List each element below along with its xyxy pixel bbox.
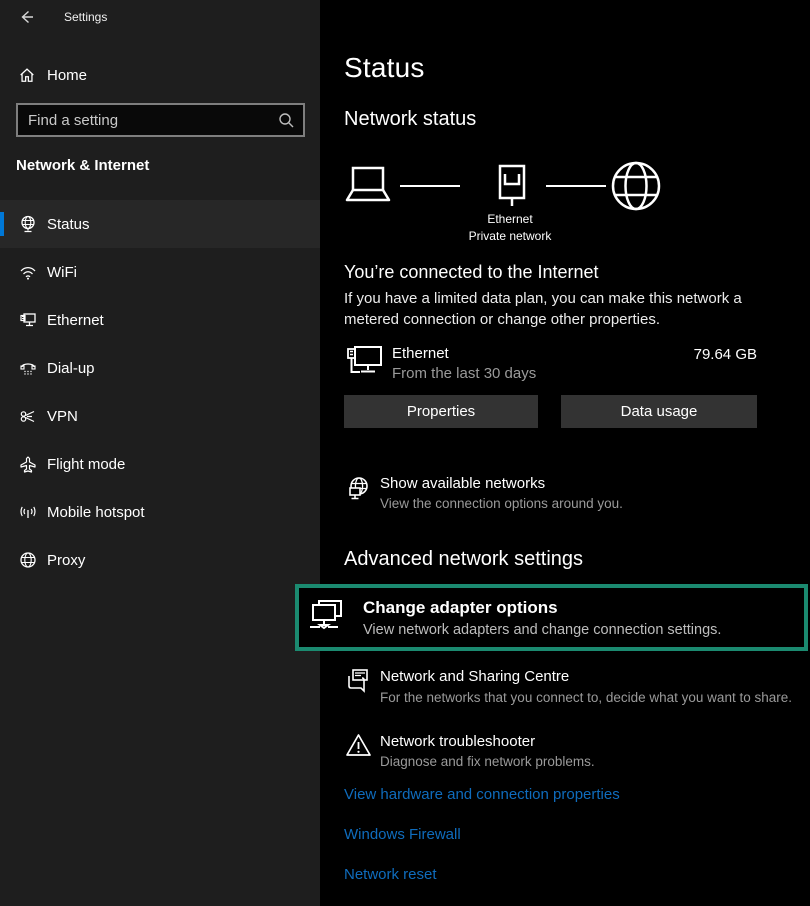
sidebar-item-label: Ethernet — [47, 312, 104, 329]
usage-connection-name: Ethernet — [392, 345, 449, 362]
sidebar-item-label: Flight mode — [47, 456, 125, 473]
back-button[interactable] — [16, 7, 36, 27]
wifi-icon — [18, 262, 38, 282]
home-icon — [18, 66, 36, 84]
connection-description: If you have a limited data plan, you can… — [344, 288, 800, 330]
connection-state: You’re connected to the Internet — [344, 262, 599, 283]
sidebar-item-ethernet[interactable]: Ethernet — [0, 296, 320, 344]
usage-amount: 79.64 GB — [694, 346, 757, 363]
sharing-centre-title[interactable]: Network and Sharing Centre — [380, 668, 569, 685]
page-title: Status — [344, 52, 425, 84]
advanced-settings-heading: Advanced network settings — [344, 548, 583, 571]
sidebar-item-proxy[interactable]: Proxy — [0, 536, 320, 584]
sidebar-item-home[interactable]: Home — [0, 58, 320, 92]
titlebar: Settings — [0, 0, 320, 34]
sidebar-item-vpn[interactable]: VPN — [0, 392, 320, 440]
sidebar-item-label: Mobile hotspot — [47, 504, 145, 521]
ethernet-icon — [18, 310, 38, 330]
sidebar-item-label: VPN — [47, 408, 78, 425]
ethernet-adapter-icon — [346, 344, 384, 378]
change-adapter-icon — [306, 597, 346, 639]
sidebar-item-wifi[interactable]: WiFi — [0, 248, 320, 296]
hotspot-icon — [18, 502, 38, 522]
sidebar-item-label: WiFi — [47, 264, 77, 281]
view-hardware-link[interactable]: View hardware and connection properties — [344, 786, 620, 803]
home-label: Home — [47, 67, 87, 84]
network-status-icon — [18, 214, 38, 234]
change-adapter-description: View network adapters and change connect… — [363, 622, 721, 638]
sidebar-item-label: Proxy — [47, 552, 85, 569]
network-reset-link[interactable]: Network reset — [344, 866, 437, 883]
laptop-icon — [344, 166, 396, 206]
show-networks-icon[interactable] — [345, 476, 371, 502]
sidebar-item-label: Status — [47, 216, 90, 233]
sidebar-item-label: Dial-up — [47, 360, 95, 377]
back-arrow-icon — [17, 8, 35, 26]
troubleshooter-title[interactable]: Network troubleshooter — [380, 733, 535, 750]
diagram-connection-name: Ethernet — [450, 212, 570, 226]
sidebar-nav: Status WiFi Ethernet — [0, 200, 320, 584]
window-title: Settings — [64, 10, 107, 24]
show-networks-title[interactable]: Show available networks — [380, 475, 545, 492]
dialup-icon — [18, 358, 38, 378]
settings-window: Settings Home Network & Internet — [0, 0, 810, 906]
usage-period: From the last 30 days — [392, 365, 536, 382]
network-diagram: Ethernet Private network — [344, 160, 784, 246]
sidebar-item-mobile-hotspot[interactable]: Mobile hotspot — [0, 488, 320, 536]
sidebar: Settings Home Network & Internet — [0, 0, 320, 906]
show-networks-description: View the connection options around you. — [380, 496, 623, 511]
vpn-icon — [18, 406, 38, 426]
connector-line — [400, 185, 460, 187]
sharing-centre-icon[interactable] — [345, 667, 372, 694]
windows-firewall-link[interactable]: Windows Firewall — [344, 826, 461, 843]
search-input[interactable] — [18, 112, 277, 129]
diagram-network-type: Private network — [430, 229, 590, 243]
airplane-icon — [18, 454, 38, 474]
sidebar-section-title: Network & Internet — [16, 157, 149, 174]
troubleshooter-icon[interactable] — [345, 732, 372, 759]
data-usage-button[interactable]: Data usage — [561, 395, 757, 428]
connector-line — [546, 185, 606, 187]
globe-icon — [18, 550, 38, 570]
internet-globe-icon — [610, 160, 662, 212]
change-adapter-text: Change adapter options View network adap… — [363, 598, 721, 638]
change-adapter-title[interactable]: Change adapter options — [363, 598, 721, 618]
search-icon[interactable] — [277, 111, 295, 129]
main-content: Status Network status Ethernet Private n… — [320, 0, 810, 906]
search-box[interactable] — [16, 103, 305, 137]
network-status-heading: Network status — [344, 108, 476, 131]
sharing-centre-description: For the networks that you connect to, de… — [380, 690, 792, 705]
troubleshooter-description: Diagnose and fix network problems. — [380, 754, 595, 769]
sidebar-item-dialup[interactable]: Dial-up — [0, 344, 320, 392]
change-adapter-options-row[interactable]: Change adapter options View network adap… — [295, 584, 808, 651]
ethernet-plug-icon — [492, 164, 532, 216]
properties-button[interactable]: Properties — [344, 395, 538, 428]
sidebar-item-flightmode[interactable]: Flight mode — [0, 440, 320, 488]
sidebar-item-status[interactable]: Status — [0, 200, 320, 248]
